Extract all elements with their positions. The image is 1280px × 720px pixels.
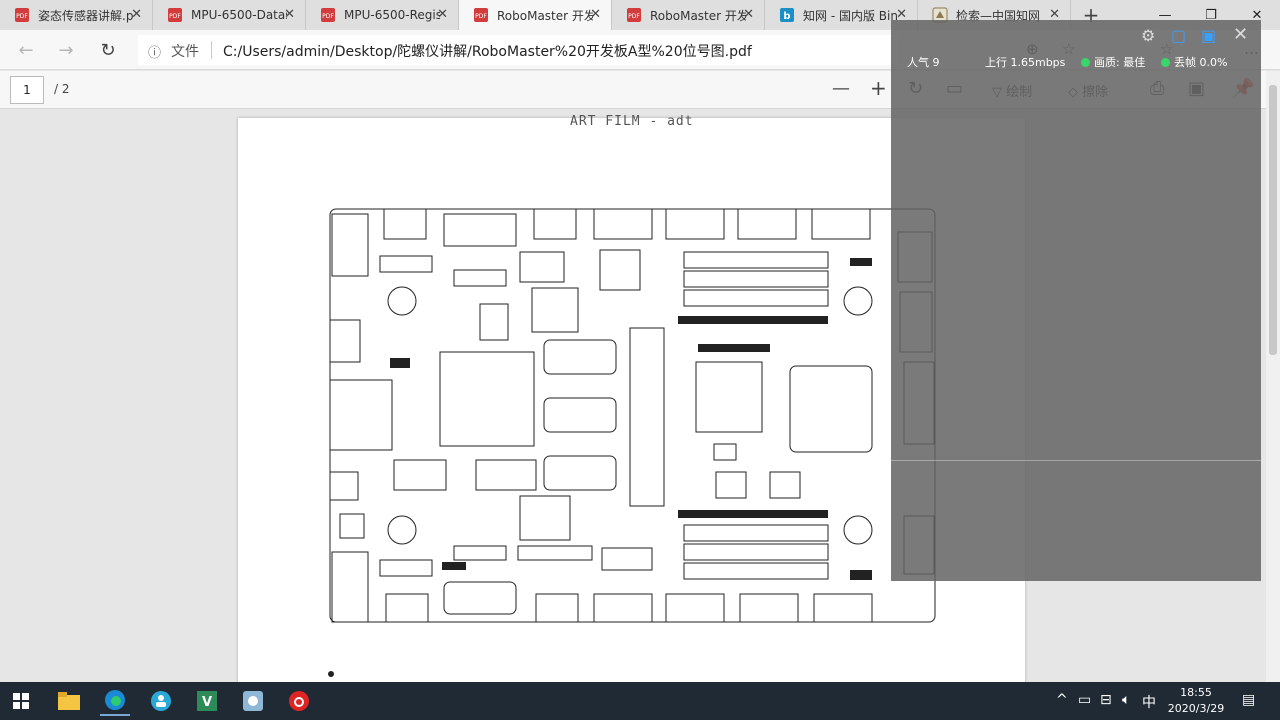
scheme-label: 文件 [171, 44, 199, 60]
svg-text:PDF: PDF [16, 13, 28, 20]
url-text[interactable]: C:/Users/admin/Desktop/陀螺仪讲解/RoboMaster%… [223, 41, 752, 61]
svg-text:PDF: PDF [628, 13, 640, 20]
quality-stat: 画质: 最佳 [1081, 54, 1145, 70]
tab-label: RoboMaster 开发 [650, 8, 746, 23]
taskbar: V ^ ▭ ⊟ 🔈︎ 中 18:55 2020/3/29 ▤ [0, 682, 1280, 720]
close-icon[interactable]: ✕ [131, 7, 142, 22]
tab-label: MPU-6500-Datash [191, 8, 287, 22]
touchpad-icon[interactable]: ▭ [1078, 692, 1091, 708]
pdf-icon: PDF [474, 8, 488, 22]
svg-text:PDF: PDF [322, 13, 334, 20]
address-field[interactable]: ⓘ 文件 C:/Users/admin/Desktop/陀螺仪讲解/RoboMa… [138, 35, 898, 65]
close-icon[interactable]: ✕ [284, 7, 295, 22]
scrollbar-thumb[interactable] [1269, 85, 1277, 355]
screen-icon[interactable]: ▣ [1201, 26, 1216, 45]
image-tool-icon [243, 691, 263, 711]
tab-4[interactable]: PDF RoboMaster 开发 ✕ [612, 0, 765, 30]
app-button[interactable] [238, 686, 268, 716]
show-hidden-icons[interactable]: ^ [1056, 692, 1068, 708]
popularity-stat: 人气 9 [907, 56, 940, 69]
clock[interactable]: 18:55 2020/3/29 [1164, 685, 1228, 717]
svg-text:V: V [202, 695, 212, 710]
pdf-icon: PDF [15, 8, 29, 22]
svg-text:b: b [783, 11, 790, 22]
tab-label: RoboMaster 开发 [497, 8, 593, 23]
settings-gear-icon[interactable]: ⚙ [1141, 26, 1155, 45]
notification-icon[interactable]: ▤ [1242, 692, 1255, 708]
clock-time: 18:55 [1180, 686, 1212, 699]
tab-2[interactable]: PDF MPU-6500-Regist ✕ [306, 0, 459, 30]
edge-browser-button[interactable] [100, 686, 130, 716]
bing-icon: b [780, 8, 794, 22]
close-icon[interactable]: ✕ [743, 7, 754, 22]
pdf-icon: PDF [168, 8, 182, 22]
vertical-scrollbar[interactable] [1266, 71, 1280, 682]
frame-loss-label: 丢帧 0.0% [1174, 56, 1228, 69]
zoom-out-icon[interactable]: — [832, 78, 850, 99]
green-status-dot [1081, 57, 1090, 67]
tab-label: MPU-6500-Regist [344, 8, 440, 22]
file-explorer-button[interactable] [54, 686, 84, 716]
frame-loss-stat: 丢帧 0.0% [1161, 54, 1227, 70]
app-button[interactable] [146, 686, 176, 716]
tab-1[interactable]: PDF MPU-6500-Datash ✕ [153, 0, 306, 30]
tab-0[interactable]: PDF 姿态传感器讲解.p ✕ [0, 0, 153, 30]
clock-date: 2020/3/29 [1167, 702, 1225, 715]
forward-button[interactable]: → [54, 38, 78, 62]
people-icon [151, 691, 171, 711]
ime-indicator[interactable]: 中 [1142, 692, 1156, 712]
tab-3-active[interactable]: PDF RoboMaster 开发 ✕ [459, 0, 612, 30]
back-button[interactable]: ← [14, 38, 38, 62]
close-icon[interactable]: ✕ [590, 7, 601, 22]
svg-text:PDF: PDF [169, 13, 181, 20]
windows-icon [13, 693, 29, 709]
tab-label: 知网 - 国内版 Bing [803, 8, 899, 23]
tab-label: 姿态传感器讲解.p [38, 8, 134, 23]
divider [891, 460, 1261, 461]
bag-icon[interactable]: ▢ [1171, 26, 1186, 45]
page-number-input[interactable]: 1 [10, 76, 44, 104]
svg-text:PDF: PDF [475, 13, 487, 20]
network-icon[interactable]: ⊟ [1100, 692, 1112, 708]
refresh-button[interactable]: ↻ [96, 38, 120, 62]
volume-icon[interactable]: 🔈︎ [1122, 692, 1130, 708]
edge-icon [105, 690, 125, 710]
page-total: / 2 [54, 82, 70, 96]
app-button[interactable]: V [192, 686, 222, 716]
green-status-dot [1161, 57, 1170, 67]
music-app-icon [289, 691, 309, 711]
zoom-in-icon[interactable]: + [870, 76, 887, 100]
upload-stat: 上行 1.65mbps [985, 56, 1066, 69]
app-button[interactable] [284, 686, 314, 716]
pdf-icon: PDF [321, 8, 335, 22]
folder-icon [58, 692, 80, 710]
v-app-icon: V [197, 691, 217, 711]
pdf-icon: PDF [627, 8, 641, 22]
info-icon[interactable]: ⓘ [148, 42, 161, 61]
close-icon[interactable]: ✕ [437, 7, 448, 22]
quality-label: 画质: 最佳 [1094, 56, 1146, 69]
start-button[interactable] [6, 686, 36, 716]
stream-overlay-panel: ⚙ ▢ ▣ ✕ 人气 9 上行 1.65mbps 画质: 最佳 丢帧 0.0% [891, 20, 1261, 581]
divider [211, 41, 212, 59]
close-overlay-icon[interactable]: ✕ [1233, 24, 1248, 45]
